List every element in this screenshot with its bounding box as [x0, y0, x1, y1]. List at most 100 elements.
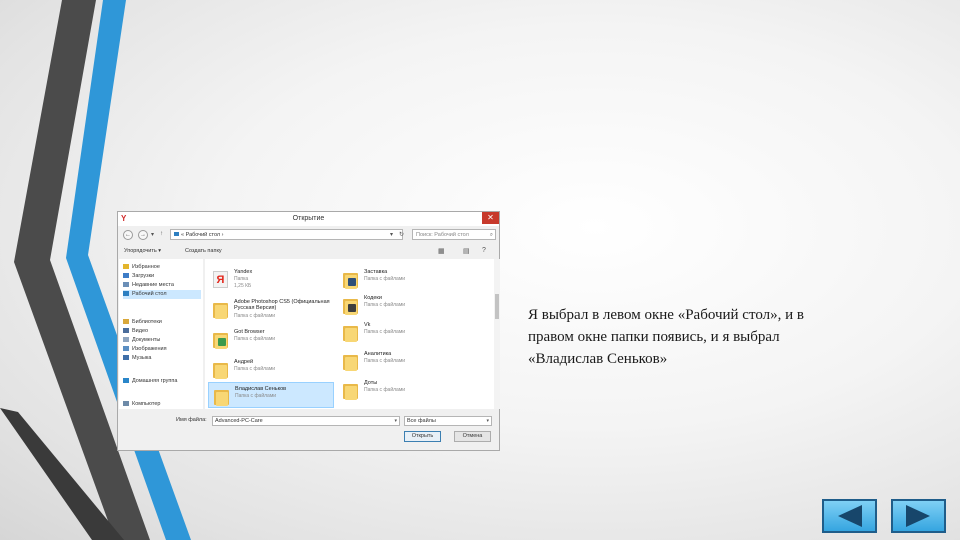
folder-icon: [213, 387, 230, 406]
previous-slide-button[interactable]: [822, 499, 877, 533]
nav-item-label: Рабочий стол: [132, 291, 167, 297]
desktop-small-icon: [174, 232, 179, 236]
nav-item-documents[interactable]: Документы: [123, 336, 201, 345]
nav-item-label: Документы: [132, 337, 161, 343]
forward-button[interactable]: →: [138, 230, 148, 240]
computer-icon: [123, 401, 129, 407]
cancel-button[interactable]: Отмена: [454, 431, 491, 442]
folder-icon: [342, 381, 359, 400]
triangle-right-icon: [906, 505, 930, 527]
preview-pane-icon[interactable]: ▤: [463, 247, 470, 255]
photoshop-folder-icon: [212, 300, 229, 319]
file-type: Папка с файлами: [364, 302, 406, 308]
nav-item-music[interactable]: Музыка: [123, 354, 201, 363]
file-item-doty[interactable]: Доты Папка с файлами: [338, 377, 464, 403]
nav-item-libraries[interactable]: Библиотеки: [123, 318, 201, 327]
file-item-zastavka[interactable]: Заставка Папка с файлами: [338, 266, 464, 292]
dialog-title: Открытие: [292, 215, 325, 222]
downloads-icon: [123, 273, 129, 279]
folder-icon: [212, 330, 229, 349]
up-arrow-icon[interactable]: ↑: [160, 231, 163, 237]
file-name: Заставка: [364, 269, 388, 275]
chevron-down-icon: ▾: [486, 418, 489, 424]
nav-item-label: Загрузки: [132, 273, 155, 279]
file-type: Папка с файлами: [234, 336, 276, 342]
close-button[interactable]: ✕: [482, 212, 499, 224]
recent-locations-chevron-icon[interactable]: ▾: [151, 231, 154, 238]
organize-button[interactable]: Упорядочить ▾: [124, 248, 161, 254]
file-item-yandex[interactable]: Я Yandex Папка 1,25 КБ: [208, 266, 334, 292]
file-item-kodeki[interactable]: Кодеки Папка с файлами: [338, 292, 464, 318]
navigation-pane: Избранное Загрузки Недавние места Рабочи…: [119, 259, 203, 409]
next-slide-button[interactable]: [891, 499, 946, 533]
folder-icon: [342, 296, 359, 315]
filename-label: Имя файла:: [176, 417, 207, 423]
file-name: Владислав Сеньков: [235, 386, 287, 392]
nav-item-computer[interactable]: Компьютер: [123, 400, 201, 409]
file-item-vk[interactable]: Vk Папка с файлами: [338, 319, 464, 345]
star-icon: [123, 264, 129, 270]
address-bar[interactable]: « Рабочий стол ›: [170, 229, 403, 240]
nav-item-label: Изображения: [132, 346, 167, 352]
file-type: Папка: [234, 276, 249, 282]
file-type: Папка с файлами: [364, 358, 406, 364]
nav-item-homegroup[interactable]: Домашняя группа: [123, 377, 201, 386]
file-type: Папка с файлами: [235, 393, 277, 399]
scroll-thumb[interactable]: [495, 294, 499, 319]
filename-input[interactable]: Advanced-PC-Care ▾: [212, 416, 400, 426]
file-item-got-browser[interactable]: Got Browser Папка с файлами: [208, 326, 334, 352]
file-size: 1,25 КБ: [234, 283, 252, 289]
folder-icon: [342, 323, 359, 342]
filename-value: Advanced-PC-Care: [215, 418, 263, 424]
search-placeholder: Поиск: Рабочий стол: [416, 232, 469, 238]
file-item-vladislav-senkov[interactable]: Владислав Сеньков Папка с файлами: [208, 382, 334, 408]
chevron-down-icon: ▾: [394, 418, 397, 424]
caption-line: «Владислав Сеньков»: [528, 351, 668, 367]
file-name: Кодеки: [364, 295, 382, 301]
address-path: « Рабочий стол ›: [181, 232, 224, 238]
documents-icon: [123, 337, 129, 343]
file-item-andrey[interactable]: Андрей Папка с файлами: [208, 356, 334, 382]
music-icon: [123, 355, 129, 361]
nav-item-label: Библиотеки: [132, 319, 162, 325]
nav-item-downloads[interactable]: Загрузки: [123, 272, 201, 281]
filetype-value: Все файлы: [407, 418, 436, 424]
caption-line: Я выбрал в левом окне «Рабочий стол», и …: [528, 307, 804, 323]
file-name: Андрей: [234, 359, 254, 365]
desktop-icon: [123, 291, 129, 297]
address-dropdown-icon[interactable]: ▾: [390, 231, 393, 238]
file-name: Vk: [364, 322, 371, 328]
caption-line: правом окне папки появись, и я выбрал: [528, 329, 780, 345]
view-options-icon[interactable]: ▦: [438, 247, 445, 255]
nav-item-label: Компьютер: [132, 401, 161, 407]
video-icon: [123, 328, 129, 334]
file-item-photoshop[interactable]: Adobe Photoshop CS5 (Официальная Русская…: [208, 296, 334, 322]
open-button[interactable]: Открыть: [404, 431, 441, 442]
folder-icon: [212, 360, 229, 379]
libraries-icon: [123, 319, 129, 325]
nav-item-pictures[interactable]: Изображения: [123, 345, 201, 354]
file-list-scrollbar[interactable]: [494, 259, 500, 409]
nav-item-label: Избранное: [132, 264, 160, 270]
open-file-dialog: Y Открытие ✕ ← → ▾ ↑ « Рабочий стол › ▾ …: [117, 211, 500, 451]
refresh-icon[interactable]: ↻: [399, 231, 404, 238]
nav-item-video[interactable]: Видео: [123, 327, 201, 336]
search-input[interactable]: Поиск: Рабочий стол ⌕: [412, 229, 496, 240]
dialog-titlebar: Y Открытие ✕: [118, 212, 499, 226]
filetype-select[interactable]: Все файлы ▾: [404, 416, 492, 426]
nav-item-label: Музыка: [132, 355, 152, 361]
nav-item-desktop[interactable]: Рабочий стол: [123, 290, 201, 299]
nav-item-favorites[interactable]: Избранное: [123, 263, 201, 272]
new-folder-button[interactable]: Создать папку: [185, 248, 222, 254]
file-name: Yandex: [234, 269, 253, 275]
file-type: Папка с файлами: [364, 329, 406, 335]
nav-item-recent-places[interactable]: Недавние места: [123, 281, 201, 290]
file-type: Папка с файлами: [364, 387, 406, 393]
back-button[interactable]: ←: [123, 230, 133, 240]
nav-item-label: Домашняя группа: [132, 378, 178, 384]
help-icon[interactable]: ?: [482, 247, 486, 254]
slide-caption: Я выбрал в левом окне «Рабочий стол», и …: [528, 304, 868, 370]
file-type: Папка с файлами: [364, 276, 406, 282]
file-item-analitika[interactable]: Аналитика Папка с файлами: [338, 348, 464, 374]
file-name: Аналитика: [364, 351, 392, 357]
